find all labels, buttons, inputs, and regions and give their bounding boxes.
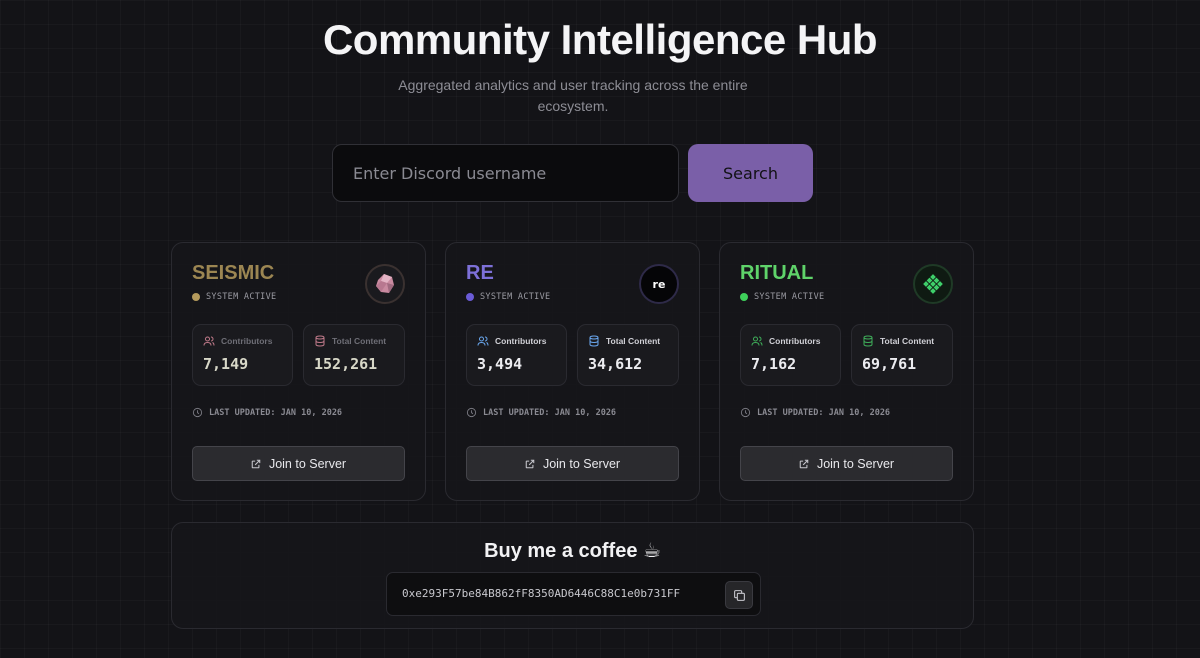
join-server-label: Join to Server	[816, 456, 895, 471]
total-content-value: 69,761	[862, 355, 917, 373]
last-updated-text: LAST UPDATED: JAN 10, 2026	[483, 407, 617, 418]
stat-label: Contributors	[221, 336, 273, 346]
clock-icon	[466, 407, 477, 418]
join-server-label: Join to Server	[542, 456, 621, 471]
status-badge: SYSTEM ACTIVE	[740, 292, 824, 302]
contributors-stat: Contributors 7,162	[740, 324, 841, 386]
users-icon	[203, 336, 215, 346]
status-dot-icon	[466, 293, 474, 301]
status-text: SYSTEM ACTIVE	[206, 292, 277, 302]
external-link-icon	[525, 459, 535, 468]
total-content-stat: Total Content 34,612	[577, 324, 679, 386]
last-updated: LAST UPDATED: JAN 10, 2026	[192, 407, 342, 418]
stat-label: Total Content	[880, 336, 935, 346]
search-input[interactable]	[332, 144, 679, 202]
logo-text: re	[652, 277, 666, 291]
card-title: SEISMIC	[192, 262, 275, 284]
total-content-value: 152,261	[314, 355, 378, 373]
wallet-address-box: 0xe293F57be84B862fF8350AD6446C88C1e0b731…	[386, 572, 761, 616]
copy-button[interactable]	[725, 581, 753, 609]
stat-label: Total Content	[332, 336, 387, 346]
community-card-seismic: SEISMIC SYSTEM ACTIVE Contributors 7,149…	[171, 242, 426, 501]
status-text: SYSTEM ACTIVE	[754, 292, 825, 302]
pink-crystal-icon	[365, 264, 405, 304]
users-icon	[751, 336, 763, 346]
clock-icon	[192, 407, 203, 418]
community-card-ritual: RITUAL SYSTEM ACTIVE Contributors 7,162 …	[719, 242, 974, 501]
last-updated: LAST UPDATED: JAN 10, 2026	[466, 407, 616, 418]
search-button[interactable]: Search	[688, 144, 813, 202]
re-text-icon: re	[639, 264, 679, 304]
card-title: RITUAL	[740, 262, 814, 284]
page-subtitle: Aggregated analytics and user tracking a…	[398, 77, 748, 114]
status-dot-icon	[192, 293, 200, 301]
status-badge: SYSTEM ACTIVE	[192, 292, 276, 302]
stat-label: Contributors	[769, 336, 821, 346]
last-updated-text: LAST UPDATED: JAN 10, 2026	[757, 407, 891, 418]
join-server-button[interactable]: Join to Server	[740, 446, 953, 481]
status-text: SYSTEM ACTIVE	[480, 292, 551, 302]
contributors-stat: Contributors 3,494	[466, 324, 567, 386]
contributors-value: 7,162	[751, 355, 797, 373]
status-badge: SYSTEM ACTIVE	[466, 292, 550, 302]
status-dot-icon	[740, 293, 748, 301]
total-content-stat: Total Content 152,261	[303, 324, 405, 386]
green-knot-icon	[913, 264, 953, 304]
total-content-value: 34,612	[588, 355, 643, 373]
database-icon	[589, 335, 599, 347]
external-link-icon	[799, 459, 809, 468]
stat-label: Total Content	[606, 336, 661, 346]
coffee-title: Buy me a coffee ☕	[484, 540, 661, 562]
join-server-label: Join to Server	[268, 456, 347, 471]
last-updated-text: LAST UPDATED: JAN 10, 2026	[209, 407, 343, 418]
database-icon	[315, 335, 325, 347]
card-title: RE	[466, 262, 494, 284]
database-icon	[863, 335, 873, 347]
join-server-button[interactable]: Join to Server	[192, 446, 405, 481]
copy-icon	[733, 589, 745, 601]
last-updated: LAST UPDATED: JAN 10, 2026	[740, 407, 890, 418]
users-icon	[477, 336, 489, 346]
community-card-re: RE SYSTEM ACTIVE re Contributors 3,494 T…	[445, 242, 700, 501]
external-link-icon	[251, 459, 261, 468]
contributors-value: 7,149	[203, 355, 249, 373]
donation-panel: Buy me a coffee ☕ 0xe293F57be84B862fF835…	[171, 522, 974, 629]
page-title: Community Intelligence Hub	[322, 16, 878, 63]
contributors-stat: Contributors 7,149	[192, 324, 293, 386]
total-content-stat: Total Content 69,761	[851, 324, 953, 386]
clock-icon	[740, 407, 751, 418]
stat-label: Contributors	[495, 336, 547, 346]
contributors-value: 3,494	[477, 355, 523, 373]
wallet-address: 0xe293F57be84B862fF8350AD6446C88C1e0b731…	[402, 587, 681, 600]
join-server-button[interactable]: Join to Server	[466, 446, 679, 481]
